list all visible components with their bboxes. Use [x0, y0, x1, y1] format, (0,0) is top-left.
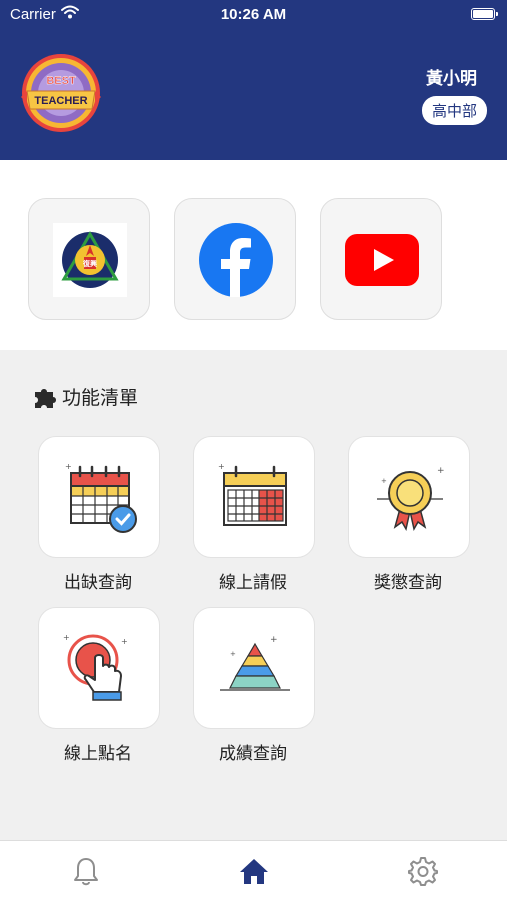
rewards-query-label[interactable]: 獎懲查詢	[338, 568, 478, 593]
feature-section: 功能清單 + 出缺查詢 + 線上請假 + + 獎懲查詢 + + 線上點名 + +…	[0, 350, 507, 840]
emblem-text: 復興	[82, 259, 97, 268]
pyramid-chart-icon: + +	[220, 635, 290, 691]
calendar-grid-icon: +	[218, 462, 287, 526]
svg-text:+: +	[230, 650, 236, 658]
quick-links: 復興	[0, 160, 507, 350]
user-name: 黃小明	[426, 69, 477, 89]
school-emblem-icon: 復興	[53, 223, 127, 297]
facebook-icon	[199, 223, 273, 297]
puzzle-icon	[35, 388, 56, 408]
clock: 10:26 AM	[220, 6, 287, 23]
grades-query-label[interactable]: 成績查詢	[183, 739, 323, 764]
online-roll-call-label[interactable]: 線上點名	[28, 739, 168, 764]
rewards-query-button[interactable]: + +	[348, 436, 470, 558]
school-link-button[interactable]: 復興	[28, 198, 150, 320]
feature-title-text: 功能清單	[62, 387, 139, 409]
feature-list-title: 功能清單	[32, 383, 138, 410]
gear-icon[interactable]	[407, 855, 439, 887]
svg-text:+: +	[381, 477, 387, 485]
svg-text:+: +	[121, 637, 128, 646]
facebook-link-button[interactable]	[174, 198, 296, 320]
home-icon[interactable]	[238, 855, 270, 887]
best-teacher-logo: BEST TEACHER	[21, 54, 101, 132]
award-badge-icon: + +	[377, 466, 445, 532]
attendance-query-button[interactable]: +	[38, 436, 160, 558]
svg-text:+: +	[65, 462, 72, 471]
svg-text:+: +	[63, 633, 70, 642]
online-roll-call-button[interactable]: + +	[38, 607, 160, 729]
youtube-link-button[interactable]	[320, 198, 442, 320]
tab-bar	[0, 840, 507, 900]
bell-icon[interactable]	[70, 855, 102, 887]
grades-query-button[interactable]: + +	[193, 607, 315, 729]
svg-text:+: +	[270, 635, 278, 645]
attendance-query-label[interactable]: 出缺查詢	[28, 568, 168, 593]
youtube-icon	[345, 234, 419, 286]
tap-button-icon: + +	[63, 633, 128, 701]
battery-icon	[471, 8, 498, 20]
svg-text:+: +	[437, 466, 445, 476]
online-leave-label[interactable]: 線上請假	[183, 568, 323, 593]
department-badge[interactable]: 高中部	[421, 96, 487, 125]
calendar-check-icon: +	[65, 462, 137, 533]
logo-text-best: BEST	[46, 75, 76, 87]
logo-text-teacher: TEACHER	[34, 95, 87, 107]
header: Carrier 10:26 AM BEST TEACHER 黃小明 高中部	[0, 0, 507, 160]
svg-text:+: +	[218, 462, 225, 471]
status-bar: Carrier 10:26 AM	[0, 0, 507, 30]
online-leave-button[interactable]: +	[193, 436, 315, 558]
